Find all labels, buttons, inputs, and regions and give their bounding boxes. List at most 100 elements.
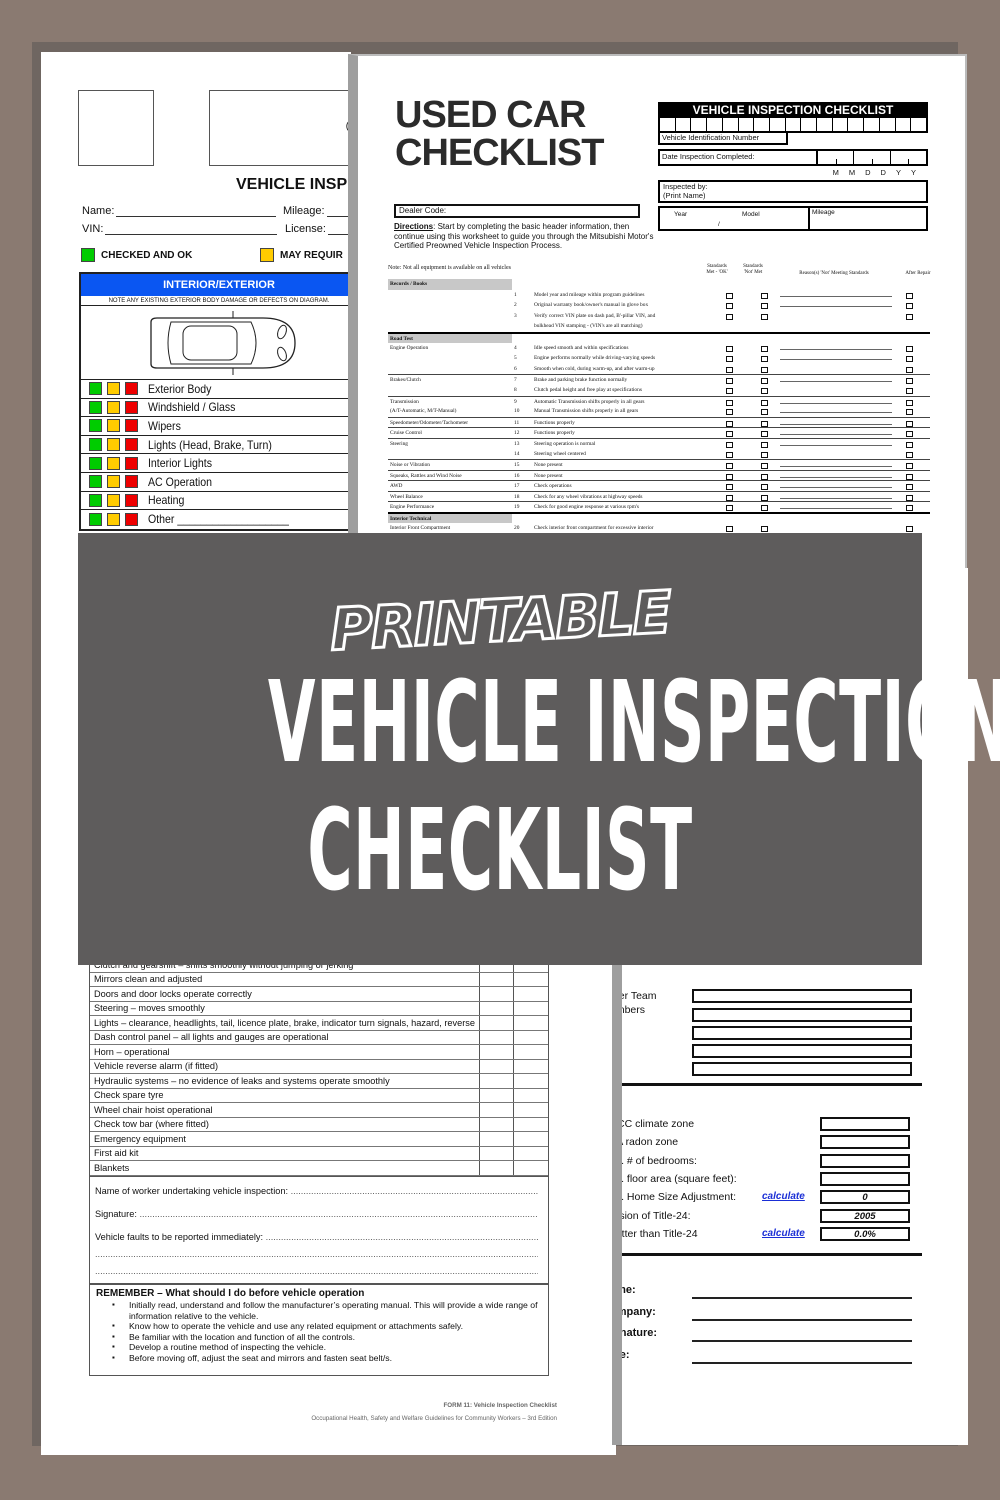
energy-field-input[interactable] — [820, 1135, 910, 1150]
ok-checkbox[interactable] — [89, 400, 102, 414]
no-cell[interactable] — [514, 1118, 548, 1132]
standards-met-checkbox[interactable] — [726, 473, 733, 480]
no-cell[interactable] — [514, 1161, 548, 1175]
signature-field[interactable]: Signature: — [95, 1209, 538, 1219]
standards-met-checkbox[interactable] — [726, 387, 733, 394]
standards-not-met-checkbox[interactable] — [761, 463, 768, 470]
reason-input-line[interactable] — [780, 359, 892, 361]
standards-met-checkbox[interactable] — [726, 451, 733, 458]
yes-cell[interactable] — [480, 1045, 514, 1059]
may-require-checkbox[interactable] — [107, 419, 120, 433]
standards-not-met-checkbox[interactable] — [761, 292, 768, 299]
energy-field-input[interactable] — [820, 1171, 910, 1186]
name-field[interactable]: Name: — [82, 205, 277, 217]
standards-not-met-checkbox[interactable] — [761, 484, 768, 491]
standards-not-met-checkbox[interactable] — [761, 409, 768, 416]
dealer-code-field[interactable]: Dealer Code: — [394, 204, 640, 218]
after-repair-checkbox[interactable] — [906, 463, 913, 470]
standards-not-met-checkbox[interactable] — [761, 399, 768, 406]
reason-input-line[interactable] — [780, 508, 892, 510]
ok-checkbox[interactable] — [89, 493, 102, 507]
vehicle-faults-line-2[interactable] — [95, 1249, 538, 1259]
after-repair-checkbox[interactable] — [906, 399, 913, 406]
calculate-link[interactable]: calculate — [762, 1228, 805, 1239]
yes-cell[interactable] — [480, 1146, 514, 1160]
date-inspection-field[interactable]: Date Inspection Completed: — [658, 149, 928, 166]
after-repair-checkbox[interactable] — [906, 494, 913, 501]
calculate-link[interactable]: calculate — [762, 1191, 805, 1202]
vin-cell[interactable] — [833, 118, 849, 131]
team-member-input-1[interactable] — [692, 989, 912, 1003]
vin-cell[interactable] — [817, 118, 833, 131]
may-require-checkbox[interactable] — [107, 456, 120, 470]
signoff-input-line[interactable] — [692, 1340, 912, 1342]
may-require-checkbox[interactable] — [107, 382, 120, 396]
standards-not-met-checkbox[interactable] — [761, 420, 768, 427]
vin-input-cells[interactable] — [658, 118, 928, 133]
energy-field-input[interactable] — [820, 1153, 910, 1168]
team-member-input-5[interactable] — [692, 1062, 912, 1076]
after-repair-checkbox[interactable] — [906, 525, 913, 532]
standards-met-checkbox[interactable] — [726, 420, 733, 427]
after-repair-checkbox[interactable] — [906, 303, 913, 310]
vin-cell[interactable] — [848, 118, 865, 131]
vin-cell[interactable] — [786, 118, 802, 131]
yes-cell[interactable] — [480, 1117, 514, 1131]
no-cell[interactable] — [514, 1103, 548, 1117]
no-cell[interactable] — [514, 1089, 548, 1103]
standards-not-met-checkbox[interactable] — [761, 494, 768, 501]
ok-checkbox[interactable] — [89, 456, 102, 470]
requires-attention-checkbox[interactable] — [125, 475, 138, 489]
reason-input-line[interactable] — [780, 466, 892, 468]
standards-not-met-checkbox[interactable] — [761, 441, 768, 448]
date-year-cell[interactable] — [891, 151, 926, 164]
ok-checkbox[interactable] — [89, 419, 102, 433]
reason-input-line[interactable] — [780, 434, 892, 436]
standards-not-met-checkbox[interactable] — [761, 345, 768, 352]
may-require-checkbox[interactable] — [107, 438, 120, 452]
no-cell[interactable] — [514, 1147, 548, 1161]
yes-cell[interactable] — [480, 1059, 514, 1073]
yes-cell[interactable] — [480, 1030, 514, 1044]
vehicle-faults-line-3[interactable] — [95, 1266, 538, 1276]
reason-input-line[interactable] — [780, 348, 892, 350]
yes-cell[interactable] — [480, 987, 514, 1001]
yes-cell[interactable] — [480, 1001, 514, 1015]
after-repair-checkbox[interactable] — [906, 484, 913, 491]
vin-cell[interactable] — [880, 118, 896, 131]
after-repair-checkbox[interactable] — [906, 378, 913, 385]
no-cell[interactable] — [514, 1060, 548, 1074]
after-repair-checkbox[interactable] — [906, 420, 913, 427]
vin-cell[interactable] — [723, 118, 739, 131]
may-require-checkbox[interactable] — [107, 400, 120, 414]
no-cell[interactable] — [514, 987, 548, 1001]
after-repair-checkbox[interactable] — [906, 292, 913, 299]
vin-cell[interactable] — [864, 118, 880, 131]
after-repair-checkbox[interactable] — [906, 431, 913, 438]
no-cell[interactable] — [514, 1132, 548, 1146]
may-require-checkbox[interactable] — [107, 493, 120, 507]
yes-cell[interactable] — [480, 1132, 514, 1146]
mileage-field[interactable]: Mileage — [810, 208, 926, 229]
yes-cell[interactable] — [480, 1074, 514, 1088]
standards-met-checkbox[interactable] — [726, 441, 733, 448]
worker-name-field[interactable]: Name of worker undertaking vehicle inspe… — [95, 1186, 538, 1196]
vin-cell[interactable] — [707, 118, 723, 131]
reason-input-line[interactable] — [780, 487, 892, 489]
requires-attention-checkbox[interactable] — [125, 400, 138, 414]
standards-not-met-checkbox[interactable] — [761, 303, 768, 310]
vin-cell[interactable] — [770, 118, 786, 131]
standards-not-met-checkbox[interactable] — [761, 451, 768, 458]
standards-met-checkbox[interactable] — [726, 378, 733, 385]
standards-met-checkbox[interactable] — [726, 366, 733, 373]
after-repair-checkbox[interactable] — [906, 505, 913, 512]
ok-checkbox[interactable] — [89, 438, 102, 452]
signoff-input-line[interactable] — [692, 1361, 912, 1364]
requires-attention-checkbox[interactable] — [125, 512, 138, 526]
requires-attention-checkbox[interactable] — [125, 493, 138, 507]
standards-not-met-checkbox[interactable] — [761, 473, 768, 480]
requires-attention-checkbox[interactable] — [125, 438, 138, 452]
standards-met-checkbox[interactable] — [726, 345, 733, 352]
yes-cell[interactable] — [480, 972, 514, 986]
standards-not-met-checkbox[interactable] — [761, 356, 768, 363]
